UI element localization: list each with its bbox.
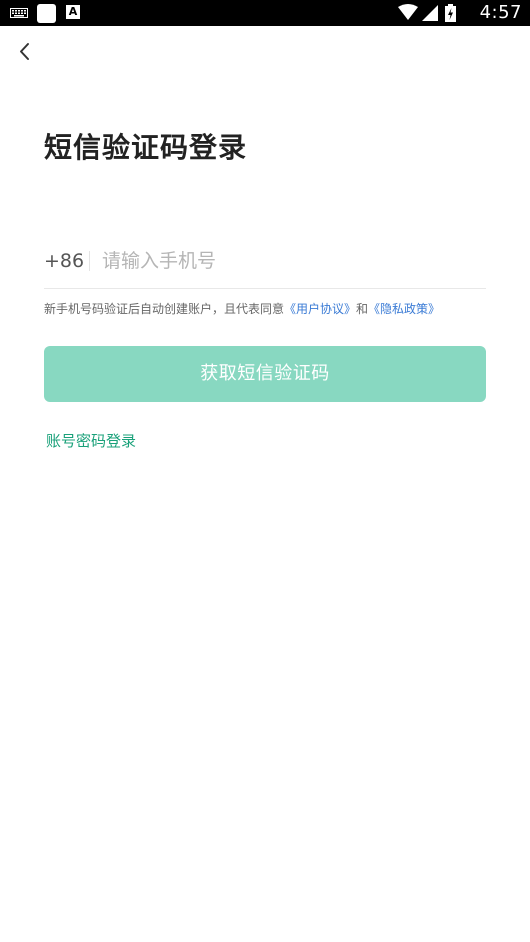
agreement-text: 新手机号码验证后自动创建账户，且代表同意《用户协议》和《隐私政策》 (44, 300, 440, 318)
white-square-notification-icon (37, 4, 56, 23)
keyboard-icon (10, 8, 28, 18)
page-title: 短信验证码登录 (44, 131, 248, 164)
get-sms-code-button[interactable]: 获取短信验证码 (44, 346, 486, 402)
status-time: 4:57 (479, 2, 522, 23)
wifi-icon (398, 4, 418, 20)
phone-input-row: +86 (44, 240, 486, 289)
user-agreement-link[interactable]: 《用户协议》 (284, 302, 356, 316)
chevron-left-icon (20, 43, 29, 60)
agreement-and: 和 (356, 302, 369, 316)
country-code[interactable]: +86 (44, 249, 84, 273)
privacy-policy-link[interactable]: 《隐私政策》 (368, 302, 440, 316)
country-code-divider (89, 251, 90, 271)
battery-charging-icon (445, 4, 456, 22)
a-notification-icon: A (66, 5, 80, 19)
status-bar: A 4:57 (0, 0, 530, 26)
password-login-link[interactable]: 账号密码登录 (46, 430, 136, 452)
cell-signal-icon (422, 5, 438, 21)
agreement-prefix: 新手机号码验证后自动创建账户，且代表同意 (44, 302, 285, 316)
phone-number-input[interactable] (102, 244, 482, 278)
back-button[interactable] (14, 40, 38, 64)
